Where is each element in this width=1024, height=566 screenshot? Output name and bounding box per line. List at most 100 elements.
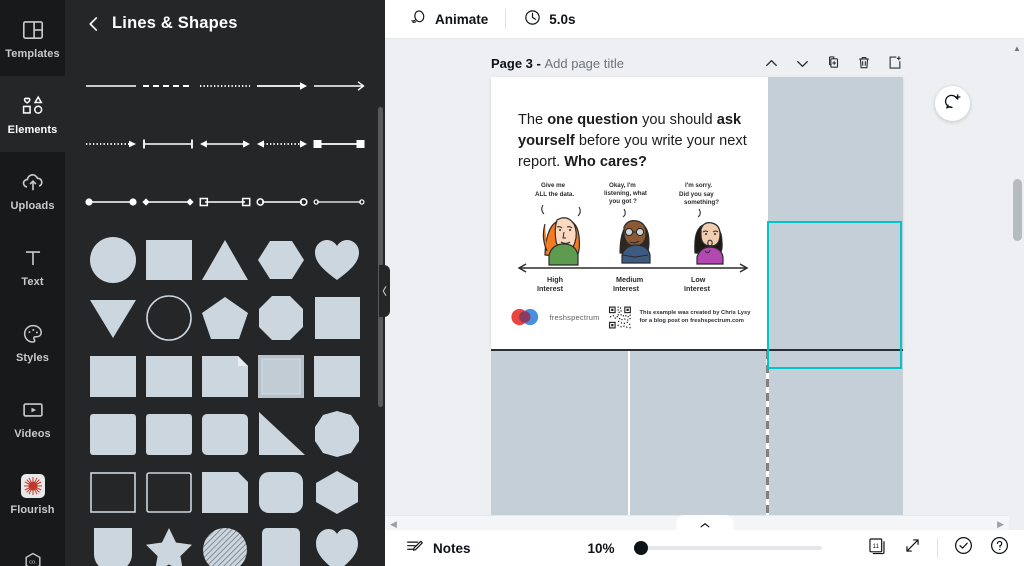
shape-item-square-flat-1[interactable] xyxy=(85,347,141,405)
shape-item-rounded-square-2[interactable] xyxy=(141,405,197,463)
shape-item-circle-hatched[interactable] xyxy=(197,521,253,566)
shape-item-decagon[interactable] xyxy=(309,405,365,463)
notes-button[interactable]: Notes xyxy=(399,533,477,563)
line-item-arrow-line[interactable] xyxy=(255,64,308,108)
shape-item-square-flat-2[interactable] xyxy=(141,347,197,405)
sidebar-item-elements[interactable]: Elements xyxy=(0,76,65,152)
scroll-right-icon[interactable]: ▶ xyxy=(997,519,1004,530)
shape-item-square-framed[interactable] xyxy=(253,347,309,405)
line-item-dashed-line[interactable] xyxy=(142,64,195,108)
vertical-scrollbar[interactable]: ▲ xyxy=(1009,39,1024,530)
sidebar-item-videos[interactable]: Videos xyxy=(0,380,65,456)
line-item-square-ends-line[interactable] xyxy=(312,122,365,166)
sidebar-item-logos[interactable]: co. Logos xyxy=(0,532,65,566)
vertical-scroll-thumb[interactable] xyxy=(1013,179,1022,241)
shape-item-square-flat-3[interactable] xyxy=(309,347,365,405)
line-item-small-circle-ends-line[interactable] xyxy=(312,180,365,224)
shape-item-rounded-square-1[interactable] xyxy=(85,405,141,463)
status-bar: Notes 10% 11 xyxy=(385,530,1024,566)
line-item-diamond-ends-line[interactable] xyxy=(142,180,195,224)
sidebar-item-styles[interactable]: Styles xyxy=(0,304,65,380)
line-item-dotted-line[interactable] xyxy=(199,64,252,108)
shape-item-hexagon[interactable] xyxy=(253,231,309,289)
sidebar-item-uploads[interactable]: Uploads xyxy=(0,152,65,228)
shape-item-triangle[interactable] xyxy=(197,231,253,289)
line-item-open-square-ends-line[interactable] xyxy=(199,180,252,224)
shape-item-star[interactable] xyxy=(141,521,197,566)
shape-item-shield[interactable] xyxy=(85,521,141,566)
sidebar-item-templates[interactable]: Templates xyxy=(0,0,65,76)
shape-item-square-shadow[interactable] xyxy=(309,289,365,347)
line-item-open-circle-ends-line[interactable] xyxy=(255,180,308,224)
line-item-double-arrow-line[interactable] xyxy=(199,122,252,166)
back-icon[interactable] xyxy=(87,14,100,34)
notes-panel-toggle[interactable] xyxy=(676,515,733,530)
sidebar-label-elements: Elements xyxy=(7,123,58,136)
page-title-row[interactable]: Page 3 - Add page title xyxy=(491,56,624,71)
lines-row xyxy=(85,57,365,115)
chevron-up-icon[interactable] xyxy=(762,54,781,73)
shape-item-right-triangle[interactable] xyxy=(253,405,309,463)
sidebar-label-templates: Templates xyxy=(5,47,60,60)
animate-icon xyxy=(409,8,428,30)
slide-footer: freshspectrum This example was created b… xyxy=(509,302,759,332)
cartoon-illustration[interactable]: Give me ALL the data. Okay, I'm listenin… xyxy=(509,177,757,295)
svg-text:Give me: Give me xyxy=(541,182,566,189)
page-count-icon[interactable]: 11 xyxy=(867,535,888,561)
panel-scrollbar[interactable] xyxy=(378,107,383,407)
shape-item-square-outline-2[interactable] xyxy=(141,463,197,521)
shape-item-hexagon-vertical[interactable] xyxy=(309,463,365,521)
shape-item-rounded-square-3[interactable] xyxy=(197,405,253,463)
animate-label: Animate xyxy=(435,11,489,27)
shape-item-square-outline-1[interactable] xyxy=(85,463,141,521)
zoom-slider[interactable] xyxy=(633,541,822,555)
page-actions xyxy=(762,54,905,73)
timing-button[interactable]: 5.0s xyxy=(514,3,584,35)
panel-collapse-handle[interactable] xyxy=(379,265,390,317)
shape-item-square-cut-corner[interactable] xyxy=(197,463,253,521)
canvas-area[interactable]: Page 3 - Add page title The one question… xyxy=(385,39,1024,530)
line-item-thin-arrow-line[interactable] xyxy=(312,64,365,108)
line-item-dot-ends-line[interactable] xyxy=(85,180,138,224)
duplicate-page-icon[interactable] xyxy=(824,54,843,73)
line-item-dotted-double-arrow-line[interactable] xyxy=(255,122,308,166)
shape-item-rounded-rect[interactable] xyxy=(253,521,309,566)
shape-item-circle[interactable] xyxy=(85,231,141,289)
check-circle-icon[interactable] xyxy=(953,535,974,561)
expand-icon[interactable] xyxy=(903,536,922,560)
help-circle-icon[interactable] xyxy=(989,535,1010,561)
slide-headline[interactable]: The one question you should ask yourself… xyxy=(518,110,748,173)
zoom-slider-rail xyxy=(633,546,822,550)
scroll-up-icon[interactable]: ▲ xyxy=(1013,44,1021,53)
shape-item-rounded-square-4[interactable] xyxy=(253,463,309,521)
selected-element-outline[interactable] xyxy=(767,221,902,369)
shape-item-square[interactable] xyxy=(141,231,197,289)
line-item-solid-line[interactable] xyxy=(85,64,138,108)
sidebar-item-flourish[interactable]: Flourish xyxy=(0,456,65,532)
page-number-label: Page 3 - xyxy=(491,56,541,71)
add-comment-button[interactable] xyxy=(935,86,970,121)
shape-item-heart-2[interactable] xyxy=(309,521,365,566)
freshspectrum-logo-icon xyxy=(511,308,539,326)
shape-item-heart[interactable] xyxy=(309,231,365,289)
sidebar-label-styles: Styles xyxy=(15,351,49,364)
headline-part2: you should xyxy=(638,112,717,128)
page-overflow-band[interactable] xyxy=(491,349,903,530)
zoom-slider-knob[interactable] xyxy=(633,541,648,555)
shape-item-octagon[interactable] xyxy=(253,289,309,347)
scroll-left-icon[interactable]: ◀ xyxy=(390,519,397,530)
line-item-dotted-arrow-line[interactable] xyxy=(85,122,138,166)
palette-icon xyxy=(20,321,46,347)
shape-item-pentagon[interactable] xyxy=(197,289,253,347)
shape-item-square-folded-corner[interactable] xyxy=(197,347,253,405)
line-item-bar-ends-line[interactable] xyxy=(142,122,195,166)
shape-item-triangle-down[interactable] xyxy=(85,289,141,347)
animate-button[interactable]: Animate xyxy=(400,3,497,35)
sidebar-item-text[interactable]: Text xyxy=(0,228,65,304)
add-page-icon[interactable] xyxy=(886,54,905,73)
chevron-down-icon[interactable] xyxy=(793,54,812,73)
svg-text:Medium: Medium xyxy=(616,275,643,284)
trash-icon[interactable] xyxy=(855,54,874,73)
shape-item-circle-outline[interactable] xyxy=(141,289,197,347)
page-title-placeholder[interactable]: Add page title xyxy=(544,56,624,71)
